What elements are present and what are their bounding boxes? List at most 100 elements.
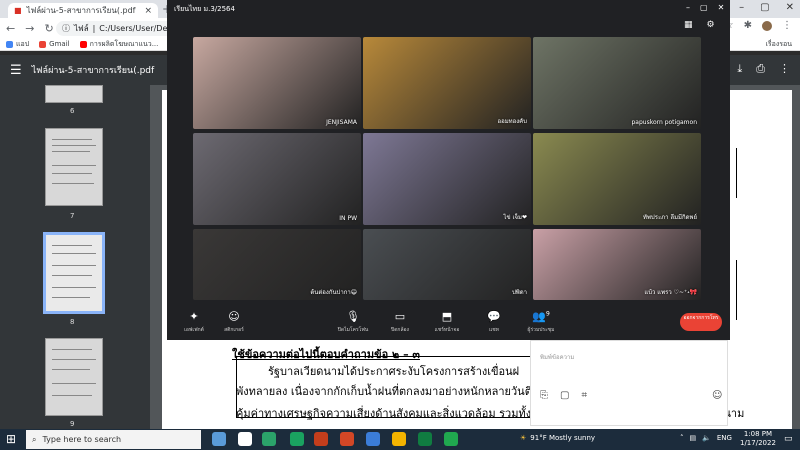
video-tile[interactable]: ออมทองคับ bbox=[363, 37, 531, 129]
url-field[interactable]: ⓘ ไฟล์ | C:/Users/User/Desktop bbox=[56, 21, 176, 36]
page-thumbnail-7[interactable] bbox=[45, 128, 103, 206]
thumb-number: 8 bbox=[70, 318, 75, 326]
pdf-filename: ไฟล์ผ่าน-5-สาขาการเรียน(.pdf bbox=[31, 66, 155, 76]
app-icon[interactable] bbox=[238, 432, 252, 446]
folder-icon[interactable] bbox=[392, 432, 406, 446]
weather-widget[interactable]: ☀ 91°F Mostly sunny bbox=[520, 434, 595, 442]
download-icon[interactable]: ⤓ bbox=[737, 62, 742, 76]
video-tile[interactable]: papuskorn potigamon bbox=[533, 37, 701, 129]
participant-name: ต้นต่องกันปากา😄 bbox=[310, 289, 357, 296]
youtube-icon bbox=[79, 40, 87, 48]
smiley-icon: ☺ bbox=[228, 310, 240, 323]
search-icon: ⌕ bbox=[32, 434, 37, 444]
video-tile[interactable]: ต้นต่องกันปากา😄 bbox=[193, 229, 361, 300]
close-icon[interactable]: ✕ bbox=[718, 3, 725, 12]
bookmark-apps[interactable]: แอป bbox=[6, 39, 29, 50]
window-controls: – ▢ ✕ bbox=[739, 2, 794, 13]
video-tile[interactable]: แบ้ว แพรว ♡~⁺˖🎀 bbox=[533, 229, 701, 300]
share-screen-icon: ⬒ bbox=[441, 310, 453, 323]
participant-name: IN PW bbox=[339, 215, 357, 222]
minimize-icon[interactable]: – bbox=[739, 2, 744, 13]
participant-name: ทัพประภา ลีมมีกิดพย์ bbox=[643, 214, 697, 221]
chevron-up-icon[interactable]: ˄ bbox=[680, 434, 684, 442]
windows-start-icon[interactable]: ⊞ bbox=[6, 432, 16, 446]
profile-avatar[interactable] bbox=[762, 20, 772, 31]
people-icon: 👥9 bbox=[532, 310, 550, 323]
clock[interactable]: 1:08 PM 1/17/2022 bbox=[740, 430, 776, 448]
url-separator: | bbox=[92, 24, 96, 33]
edge-icon[interactable] bbox=[262, 432, 276, 446]
task-view-icon[interactable] bbox=[212, 432, 226, 446]
extensions-icon[interactable]: ✱ bbox=[744, 20, 752, 31]
url-prefix: ไฟล์ bbox=[74, 24, 89, 33]
participants-button[interactable]: 👥9 ผู้ร่วมประชุม bbox=[521, 310, 561, 334]
reload-icon[interactable]: ↻ bbox=[44, 22, 53, 35]
powerpoint-icon[interactable] bbox=[314, 432, 328, 446]
green-app-icon[interactable] bbox=[444, 432, 458, 446]
video-tile[interactable]: ทัพประภา ลีมมีกิดพย์ bbox=[533, 133, 701, 225]
video-tile[interactable]: JENJISAMA bbox=[193, 37, 361, 129]
stickers-button[interactable]: ☺ สติกเกอร์ bbox=[214, 310, 254, 334]
meeting-window-controls: – ▢ ✕ bbox=[686, 3, 724, 12]
gear-icon[interactable]: ⚙ bbox=[707, 20, 715, 30]
meeting-title: เรียนไทย ม.3/2564 bbox=[174, 5, 235, 13]
sun-icon: ☀ bbox=[520, 434, 527, 442]
share-screen-button[interactable]: ⬒ แชร์หน้าจอ bbox=[427, 310, 467, 334]
notification-icon[interactable]: ▭ bbox=[784, 434, 793, 444]
video-tile[interactable]: IN PW bbox=[193, 133, 361, 225]
video-tile[interactable]: ปพิดา bbox=[363, 229, 531, 300]
close-window-icon[interactable]: ✕ bbox=[786, 2, 794, 13]
participant-name: ออมทองคับ bbox=[497, 118, 527, 125]
page-thumbnail-8-selected[interactable] bbox=[43, 232, 105, 314]
line-icon[interactable] bbox=[290, 432, 304, 446]
search-placeholder: Type here to search bbox=[42, 435, 122, 444]
layout-icon[interactable]: ▦ bbox=[684, 20, 693, 30]
video-tile[interactable]: ไข่ เจ็ม❤ bbox=[363, 133, 531, 225]
url-text: C:/Users/User/Desktop bbox=[99, 24, 176, 33]
chrome-icon[interactable] bbox=[366, 432, 380, 446]
bookmark-reading-list[interactable]: เรื่องรอน bbox=[765, 39, 792, 50]
weather-text: 91°F Mostly sunny bbox=[530, 434, 596, 442]
page-thumbnail-6[interactable] bbox=[45, 85, 103, 103]
taskbar-search[interactable]: ⌕ Type here to search bbox=[26, 430, 201, 449]
camera-icon: ▭ bbox=[394, 310, 406, 323]
chat-button[interactable]: 💬 แชท bbox=[474, 310, 514, 334]
language-indicator[interactable]: ENG bbox=[717, 434, 732, 442]
more-icon[interactable]: ⋮ bbox=[779, 62, 790, 76]
close-tab-icon[interactable]: × bbox=[144, 6, 152, 16]
crop-icon[interactable]: ⌗ bbox=[581, 390, 587, 401]
leave-call-button[interactable]: ออกจากการโทร bbox=[680, 313, 722, 331]
participant-name: papuskorn potigamon bbox=[631, 119, 697, 126]
attach-icon[interactable]: ⎘ bbox=[540, 390, 548, 401]
minimize-icon[interactable]: – bbox=[686, 3, 690, 12]
thumb-number: 6 bbox=[70, 107, 75, 115]
effects-button[interactable]: ✦ เอฟเฟกต์ bbox=[174, 310, 214, 334]
browser-tab[interactable]: ■ ไฟล์ผ่าน-5-สาขาการเรียน(.pdf × bbox=[8, 3, 158, 18]
office-icon[interactable] bbox=[340, 432, 354, 446]
volume-icon[interactable]: 🔈 bbox=[702, 434, 711, 442]
microphone-icon: 🎙 bbox=[346, 310, 360, 323]
emoji-icon[interactable]: ☺ bbox=[712, 390, 722, 401]
info-icon: ⓘ bbox=[62, 24, 70, 33]
maximize-icon[interactable]: ▢ bbox=[700, 3, 708, 12]
mute-button[interactable]: 🎙 ปิดไมโครโฟน bbox=[333, 310, 373, 334]
page-thumbnail-9[interactable] bbox=[45, 338, 103, 416]
clock-date: 1/17/2022 bbox=[740, 439, 776, 448]
bookmark-youtube[interactable]: การผลิตโฆษณาแนว... bbox=[79, 39, 158, 50]
browser-actions: ☆ ✱ ⋮ bbox=[725, 20, 792, 31]
bookmark-gmail[interactable]: Gmail bbox=[39, 40, 70, 48]
excel-icon[interactable] bbox=[418, 432, 432, 446]
chat-input[interactable]: พิมพ์ข้อความ bbox=[540, 352, 574, 362]
tab-title: ไฟล์ผ่าน-5-สาขาการเรียน(.pdf bbox=[26, 6, 136, 15]
reading-list-label: เรื่องรอน bbox=[765, 40, 792, 48]
forward-icon[interactable]: → bbox=[25, 22, 34, 35]
back-icon[interactable]: ← bbox=[6, 22, 15, 35]
print-icon[interactable]: ⎙ bbox=[756, 62, 765, 76]
menu-icon[interactable]: ☰ bbox=[10, 63, 22, 78]
sticker-icon[interactable]: ▢ bbox=[560, 390, 569, 401]
maximize-icon[interactable]: ▢ bbox=[760, 2, 769, 13]
more-menu-icon[interactable]: ⋮ bbox=[782, 20, 792, 31]
camera-button[interactable]: ▭ ปิดกล้อง bbox=[380, 310, 420, 334]
participant-name: แบ้ว แพรว ♡~⁺˖🎀 bbox=[644, 289, 697, 296]
network-icon[interactable]: ▤ bbox=[690, 434, 697, 442]
